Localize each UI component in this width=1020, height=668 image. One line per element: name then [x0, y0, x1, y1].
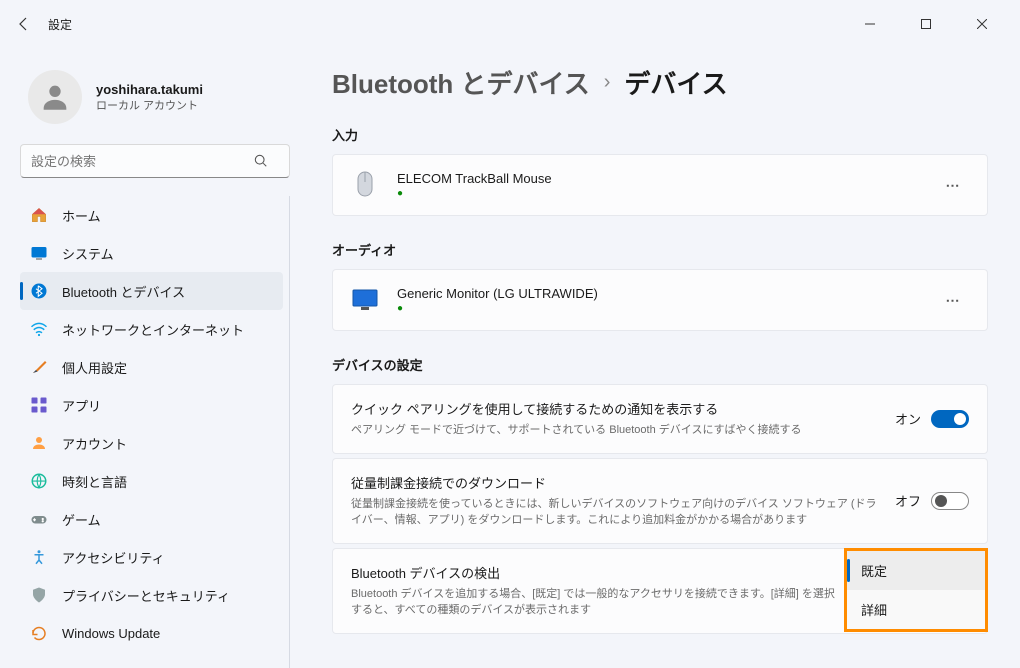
section-device-settings-label: デバイスの設定: [332, 355, 988, 374]
update-icon: [30, 624, 48, 642]
sidebar-item-privacy[interactable]: プライバシーとセキュリティ: [20, 576, 283, 614]
setting-desc: Bluetooth デバイスを追加する場合、[既定] では一般的なアクセサリを接…: [351, 586, 835, 619]
nav-label: ネットワークとインターネット: [62, 320, 244, 339]
globe-icon: [30, 472, 48, 490]
accessibility-icon: [30, 548, 48, 566]
minimize-button[interactable]: [852, 10, 888, 38]
setting-quick-pair: クイック ペアリングを使用して接続するための通知を表示する ペアリング モードで…: [332, 384, 988, 454]
toggle-quick-pair[interactable]: [931, 410, 969, 428]
sidebar-item-apps[interactable]: アプリ: [20, 386, 283, 424]
account-icon: [30, 434, 48, 452]
toggle-state-label: オフ: [895, 491, 921, 510]
search-icon: [254, 154, 268, 168]
user-block[interactable]: yoshihara.takumi ローカル アカウント: [20, 58, 290, 144]
nav-label: プライバシーとセキュリティ: [62, 586, 230, 605]
sidebar-item-system[interactable]: システム: [20, 234, 283, 272]
setting-title: Bluetooth デバイスの検出: [351, 563, 835, 582]
setting-title: クイック ペアリングを使用して接続するための通知を表示する: [351, 399, 879, 418]
sidebar-item-accounts[interactable]: アカウント: [20, 424, 283, 462]
user-subtitle: ローカル アカウント: [96, 97, 203, 113]
bluetooth-icon: [30, 282, 48, 300]
user-name: yoshihara.takumi: [96, 82, 203, 97]
dropdown-discovery[interactable]: 既定 詳細: [844, 548, 988, 632]
nav-label: Windows Update: [62, 626, 160, 641]
monitor-icon: [351, 289, 379, 311]
nav-label: ゲーム: [62, 510, 101, 529]
breadcrumb: Bluetooth とデバイス › デバイス: [332, 64, 988, 101]
nav-label: アクセシビリティ: [62, 548, 165, 567]
setting-desc: ペアリング モードで近づけて、サポートされている Bluetooth デバイスに…: [351, 422, 879, 439]
nav-label: 時刻と言語: [62, 472, 127, 491]
status-dot: ●: [397, 189, 937, 199]
sidebar-item-network[interactable]: ネットワークとインターネット: [20, 310, 283, 348]
breadcrumb-current: デバイス: [624, 64, 727, 101]
nav-label: アカウント: [62, 434, 127, 453]
nav-label: ホーム: [62, 206, 101, 225]
toggle-state-label: オン: [895, 409, 921, 428]
toggle-metered[interactable]: [931, 492, 969, 510]
sidebar-item-home[interactable]: ホーム: [20, 196, 283, 234]
dropdown-option-default[interactable]: 既定: [847, 551, 985, 590]
status-dot: ●: [397, 304, 937, 314]
back-button[interactable]: [12, 12, 36, 36]
nav-label: システム: [62, 244, 114, 263]
sidebar-item-bluetooth[interactable]: Bluetooth とデバイス: [20, 272, 283, 310]
device-name: Generic Monitor (LG ULTRAWIDE): [397, 286, 937, 301]
more-button[interactable]: ⋯: [937, 284, 969, 316]
chevron-right-icon: ›: [604, 71, 611, 94]
wifi-icon: [30, 320, 48, 338]
apps-icon: [30, 396, 48, 414]
nav-label: Bluetooth とデバイス: [62, 282, 185, 301]
sidebar-item-windows-update[interactable]: Windows Update: [20, 614, 283, 652]
section-audio-label: オーディオ: [332, 240, 988, 259]
gamepad-icon: [30, 510, 48, 528]
sidebar-item-time-language[interactable]: 時刻と言語: [20, 462, 283, 500]
sidebar-item-personalization[interactable]: 個人用設定: [20, 348, 283, 386]
mouse-icon: [351, 170, 379, 200]
shield-icon: [30, 586, 48, 604]
device-card-audio[interactable]: Generic Monitor (LG ULTRAWIDE) ● ⋯: [332, 269, 988, 331]
home-icon: [30, 206, 48, 224]
maximize-button[interactable]: [908, 10, 944, 38]
setting-title: 従量制課金接続でのダウンロード: [351, 473, 879, 492]
avatar: [28, 70, 82, 124]
nav-label: アプリ: [62, 396, 101, 415]
sidebar-item-accessibility[interactable]: アクセシビリティ: [20, 538, 283, 576]
brush-icon: [30, 358, 48, 376]
setting-desc: 従量制課金接続を使っているときには、新しいデバイスのソフトウェア向けのデバイス …: [351, 496, 879, 529]
section-input-label: 入力: [332, 125, 988, 144]
breadcrumb-parent[interactable]: Bluetooth とデバイス: [332, 64, 590, 101]
system-icon: [30, 244, 48, 262]
sidebar-item-gaming[interactable]: ゲーム: [20, 500, 283, 538]
window-title: 設定: [48, 16, 72, 33]
setting-metered: 従量制課金接続でのダウンロード 従量制課金接続を使っているときには、新しいデバイ…: [332, 458, 988, 544]
nav-label: 個人用設定: [62, 358, 127, 377]
more-button[interactable]: ⋯: [937, 169, 969, 201]
search-input[interactable]: [20, 144, 290, 178]
dropdown-option-advanced[interactable]: 詳細: [847, 590, 985, 629]
device-name: ELECOM TrackBall Mouse: [397, 171, 937, 186]
close-button[interactable]: [964, 10, 1000, 38]
device-card-input[interactable]: ELECOM TrackBall Mouse ● ⋯: [332, 154, 988, 216]
